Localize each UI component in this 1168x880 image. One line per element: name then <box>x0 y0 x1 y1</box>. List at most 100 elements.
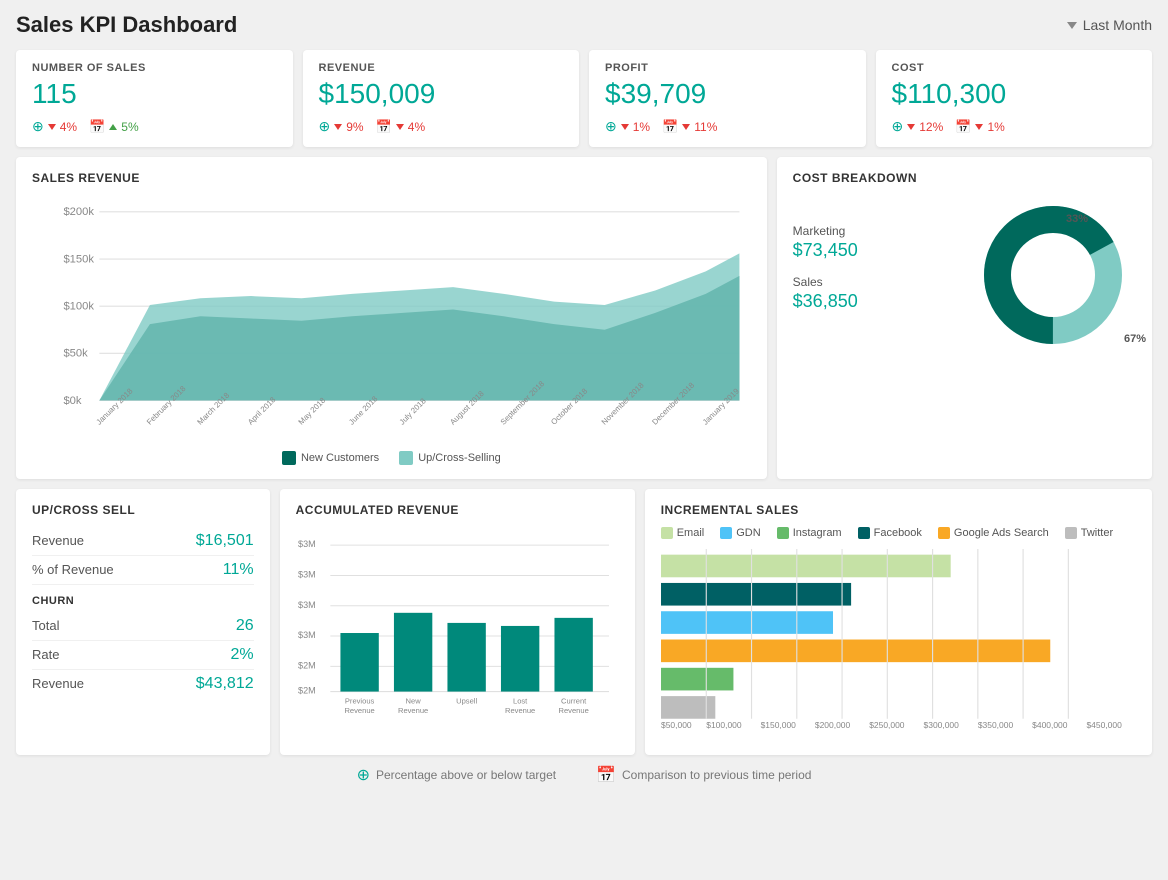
churn-total-label: Total <box>32 618 59 633</box>
filter-label: Last Month <box>1083 17 1152 33</box>
metric1-arrow-revenue <box>334 124 342 130</box>
legend-new-customers: New Customers <box>282 451 379 465</box>
churn-revenue-val: $43,812 <box>196 675 254 693</box>
sales-revenue-title: SALES REVENUE <box>32 171 751 185</box>
svg-text:Revenue: Revenue <box>344 706 374 715</box>
svg-text:$100k: $100k <box>63 301 94 313</box>
bottom-row: UP/CROSS SELL Revenue $16,501 % of Reven… <box>16 489 1152 755</box>
incremental-sales-card: INCREMENTAL SALES Email GDN Instagram Fa… <box>645 489 1152 755</box>
svg-text:Revenue: Revenue <box>558 706 588 715</box>
metric2-val-cost: 1% <box>987 120 1004 134</box>
kpi-metrics-profit: ⊕ 1% 📅 11% <box>605 118 850 135</box>
kpi-card-number-of-sales: NUMBER OF SALES 115 ⊕ 4% 📅 5% <box>16 50 293 147</box>
cost-marketing: Marketing $73,450 <box>793 224 960 261</box>
churn-title: CHURN <box>32 595 254 607</box>
legend-google-ads-label: Google Ads Search <box>954 527 1049 539</box>
upcross-revenue-val: $16,501 <box>196 532 254 550</box>
svg-text:Current: Current <box>561 697 587 706</box>
kpi-label-profit: PROFIT <box>605 62 850 74</box>
target-icon-cost: ⊕ <box>892 118 904 135</box>
cost-breakdown-card: COST BREAKDOWN Marketing $73,450 Sales $… <box>777 157 1152 479</box>
legend-email-label: Email <box>677 527 705 539</box>
metric1-val-profit: 1% <box>633 120 650 134</box>
footer-calendar: 📅 Comparison to previous time period <box>596 765 811 785</box>
legend-facebook-color <box>858 527 870 539</box>
svg-text:$2M: $2M <box>298 686 316 696</box>
svg-text:$100,000: $100,000 <box>706 720 742 730</box>
legend-instagram: Instagram <box>777 527 842 539</box>
churn-revenue-label: Revenue <box>32 676 84 691</box>
metric2-val-number-of-sales: 5% <box>121 120 138 134</box>
cost-breakdown-inner: Marketing $73,450 Sales $36,850 33% <box>793 195 1136 355</box>
donut-label-33: 33% <box>1066 213 1088 225</box>
footer-calendar-label: Comparison to previous time period <box>622 768 811 782</box>
upcross-card: UP/CROSS SELL Revenue $16,501 % of Reven… <box>16 489 270 755</box>
cost-breakdown-title: COST BREAKDOWN <box>793 171 1136 185</box>
kpi-metric2-cost: 📅 1% <box>955 118 1005 135</box>
kpi-card-profit: PROFIT $39,709 ⊕ 1% 📅 11% <box>589 50 866 147</box>
churn-rate-row: Rate 2% <box>32 641 254 670</box>
legend-new-customers-label: New Customers <box>301 452 379 464</box>
incremental-sales-legend: Email GDN Instagram Facebook Google Ads … <box>661 527 1136 539</box>
svg-text:$3M: $3M <box>298 600 316 610</box>
cal-icon-number-of-sales: 📅 <box>89 119 105 135</box>
svg-text:$300,000: $300,000 <box>923 720 959 730</box>
sales-revenue-chart: $200k $150k $100k $50k $0k January 2018 … <box>32 195 751 465</box>
incremental-sales-title: INCREMENTAL SALES <box>661 503 1136 517</box>
kpi-metrics-number-of-sales: ⊕ 4% 📅 5% <box>32 118 277 135</box>
legend-new-customers-color <box>282 451 296 465</box>
legend-gdn-label: GDN <box>736 527 760 539</box>
main-row: SALES REVENUE $200k $150k $100k $50k $0k <box>16 157 1152 479</box>
kpi-metric2-number-of-sales: 📅 5% <box>89 118 139 135</box>
legend-instagram-label: Instagram <box>793 527 842 539</box>
legend-gdn-color <box>720 527 732 539</box>
filter-button[interactable]: Last Month <box>1067 17 1152 33</box>
legend-upcross-color <box>399 451 413 465</box>
target-icon: ⊕ <box>357 765 370 785</box>
upcross-revenue-row: Revenue $16,501 <box>32 527 254 556</box>
accumulated-revenue-card: ACCUMULATED REVENUE $3M $3M $3M $3M $2M … <box>280 489 635 755</box>
metric1-val-number-of-sales: 4% <box>60 120 77 134</box>
metric1-arrow-profit <box>621 124 629 130</box>
legend-upcross-label: Up/Cross-Selling <box>418 452 501 464</box>
legend-twitter-label: Twitter <box>1081 527 1113 539</box>
cost-sales: Sales $36,850 <box>793 275 960 312</box>
svg-text:$3M: $3M <box>298 630 316 640</box>
calendar-icon: 📅 <box>596 765 616 785</box>
cost-sales-label: Sales <box>793 275 960 289</box>
kpi-metric2-profit: 📅 11% <box>662 118 717 135</box>
donut-chart: 33% 67% <box>969 195 1136 355</box>
svg-text:Lost: Lost <box>513 697 528 706</box>
metric1-arrow-number-of-sales <box>48 124 56 130</box>
svg-text:$200,000: $200,000 <box>815 720 851 730</box>
target-icon-revenue: ⊕ <box>319 118 331 135</box>
upcross-revenue-label: Revenue <box>32 533 84 548</box>
svg-text:$150k: $150k <box>63 253 94 265</box>
page-header: Sales KPI Dashboard Last Month <box>16 12 1152 38</box>
svg-text:Upsell: Upsell <box>456 697 477 706</box>
kpi-label-number-of-sales: NUMBER OF SALES <box>32 62 277 74</box>
target-icon-number-of-sales: ⊕ <box>32 118 44 135</box>
svg-text:$2M: $2M <box>298 660 316 670</box>
kpi-metrics-cost: ⊕ 12% 📅 1% <box>892 118 1137 135</box>
accumulated-revenue-title: ACCUMULATED REVENUE <box>296 503 619 517</box>
metric2-val-revenue: 4% <box>408 120 425 134</box>
kpi-metric1-cost: ⊕ 12% <box>892 118 944 135</box>
legend-twitter-color <box>1065 527 1077 539</box>
page-title: Sales KPI Dashboard <box>16 12 237 38</box>
churn-rate-val: 2% <box>231 646 254 664</box>
footer-target-label: Percentage above or below target <box>376 768 556 782</box>
svg-text:New: New <box>405 697 421 706</box>
legend-facebook-label: Facebook <box>874 527 922 539</box>
kpi-row: NUMBER OF SALES 115 ⊕ 4% 📅 5% REVENUE $1… <box>16 50 1152 147</box>
metric1-arrow-cost <box>907 124 915 130</box>
svg-text:$250,000: $250,000 <box>869 720 905 730</box>
legend-upcross: Up/Cross-Selling <box>399 451 501 465</box>
metric1-val-cost: 12% <box>919 120 943 134</box>
legend-email: Email <box>661 527 705 539</box>
target-icon-profit: ⊕ <box>605 118 617 135</box>
kpi-metric2-revenue: 📅 4% <box>376 118 426 135</box>
footer: ⊕ Percentage above or below target 📅 Com… <box>16 765 1152 785</box>
kpi-label-cost: COST <box>892 62 1137 74</box>
cost-marketing-value: $73,450 <box>793 240 960 261</box>
